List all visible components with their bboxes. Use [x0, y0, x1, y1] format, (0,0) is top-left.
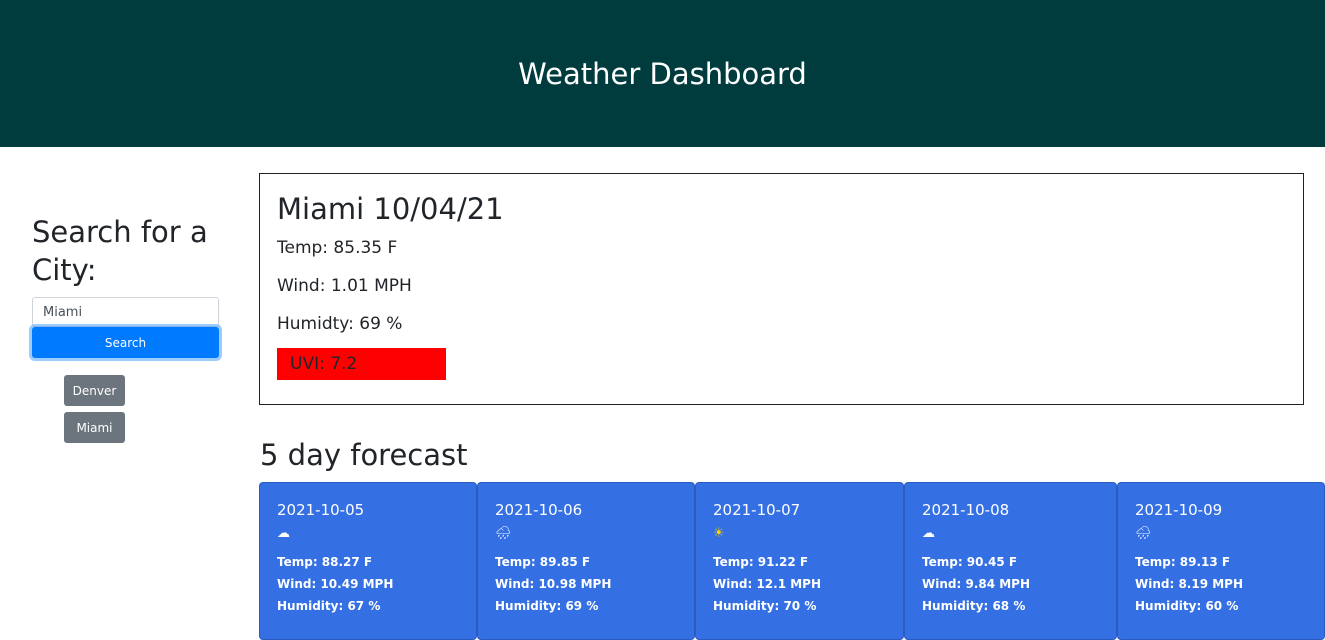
search-heading: Search for a City:: [32, 215, 208, 287]
cloud-icon: ☁: [922, 526, 935, 541]
forecast-row: 2021-10-05 ☁ Temp: 88.27 F Wind: 10.49 M…: [259, 482, 1325, 640]
forecast-wind: Wind: 8.19 MPH: [1135, 577, 1244, 591]
search-sidebar: Search for a City: Search Denver Miami: [32, 213, 220, 449]
forecast-humidity: Humidity: 60 %: [1135, 599, 1239, 613]
forecast-card: 2021-10-05 ☁ Temp: 88.27 F Wind: 10.49 M…: [259, 482, 477, 640]
current-city-date: Miami 10/04/21: [277, 192, 504, 226]
sun-icon: ☀: [713, 526, 725, 541]
forecast-date: 2021-10-08: [922, 501, 1010, 519]
uv-index-badge: UVI: 7.2: [277, 348, 446, 380]
forecast-temp: Temp: 89.85 F: [495, 555, 591, 569]
forecast-card: 2021-10-09 🌧 Temp: 89.13 F Wind: 8.19 MP…: [1117, 482, 1325, 640]
forecast-date: 2021-10-07: [713, 501, 801, 519]
forecast-card: 2021-10-07 ☀ Temp: 91.22 F Wind: 12.1 MP…: [695, 482, 904, 640]
forecast-humidity: Humidity: 69 %: [495, 599, 599, 613]
rain-cloud-icon: 🌧: [1135, 526, 1152, 541]
history-button-miami[interactable]: Miami: [64, 412, 125, 443]
current-temp: Temp: 85.35 F: [277, 238, 398, 258]
current-wind: Wind: 1.01 MPH: [277, 276, 412, 296]
forecast-temp: Temp: 90.45 F: [922, 555, 1018, 569]
forecast-humidity: Humidity: 68 %: [922, 599, 1026, 613]
forecast-heading: 5 day forecast: [260, 438, 468, 472]
history-button-denver[interactable]: Denver: [64, 375, 125, 406]
forecast-date: 2021-10-05: [277, 501, 365, 519]
app-header: Weather Dashboard: [0, 0, 1325, 147]
rain-cloud-icon: 🌧: [495, 526, 512, 541]
forecast-wind: Wind: 9.84 MPH: [922, 577, 1031, 591]
forecast-date: 2021-10-09: [1135, 501, 1223, 519]
forecast-wind: Wind: 12.1 MPH: [713, 577, 822, 591]
page-title: Weather Dashboard: [518, 56, 807, 91]
current-humidity: Humidty: 69 %: [277, 314, 403, 334]
cloud-icon: ☁: [277, 526, 290, 541]
forecast-date: 2021-10-06: [495, 501, 583, 519]
forecast-humidity: Humidity: 67 %: [277, 599, 381, 613]
forecast-card: 2021-10-06 🌧 Temp: 89.85 F Wind: 10.98 M…: [477, 482, 695, 640]
search-history: Denver Miami: [32, 375, 220, 443]
forecast-humidity: Humidity: 70 %: [713, 599, 817, 613]
forecast-temp: Temp: 89.13 F: [1135, 555, 1231, 569]
search-button[interactable]: Search: [32, 327, 219, 358]
forecast-wind: Wind: 10.98 MPH: [495, 577, 612, 591]
forecast-card: 2021-10-08 ☁ Temp: 90.45 F Wind: 9.84 MP…: [904, 482, 1117, 640]
forecast-wind: Wind: 10.49 MPH: [277, 577, 394, 591]
forecast-temp: Temp: 91.22 F: [713, 555, 809, 569]
city-search-input[interactable]: [32, 297, 219, 327]
forecast-temp: Temp: 88.27 F: [277, 555, 373, 569]
current-weather-card: Miami 10/04/21 Temp: 85.35 F Wind: 1.01 …: [259, 173, 1304, 405]
